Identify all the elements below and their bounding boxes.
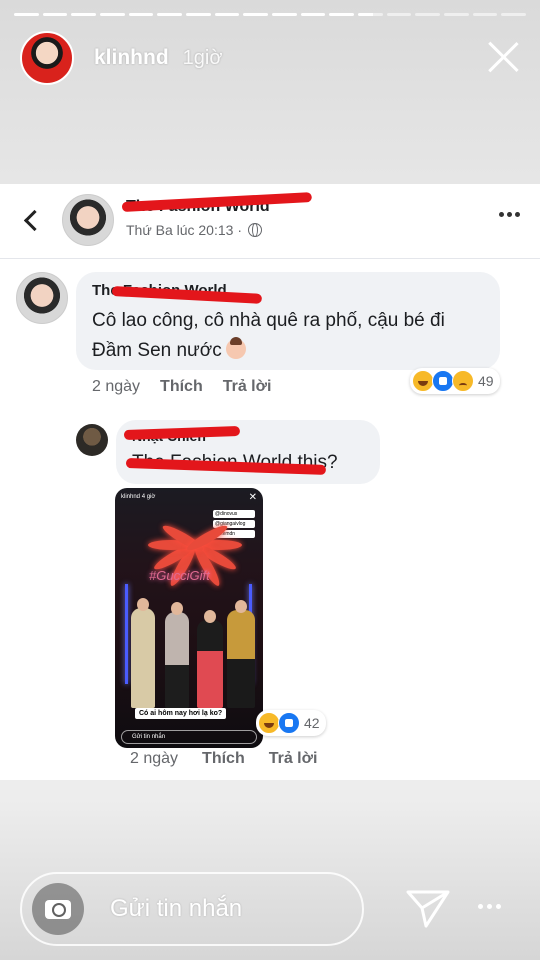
commenter-avatar[interactable] [16, 272, 68, 324]
close-icon[interactable] [486, 40, 520, 74]
more-options-icon[interactable] [478, 904, 501, 909]
story-posted-time: 1giờ [182, 46, 223, 69]
attachment-message-bar: Gửi tin nhắn [121, 730, 257, 744]
more-options-icon[interactable] [499, 212, 520, 217]
person-head [204, 610, 216, 623]
story-progress-segment [444, 13, 469, 16]
like-icon [278, 712, 300, 734]
reply-reply-button[interactable]: Trả lời [269, 750, 318, 768]
attachment-user: klinhnd [121, 494, 141, 500]
story-progress-segment [100, 13, 125, 16]
haha-icon [412, 370, 434, 392]
attachment-close-icon: ✕ [248, 492, 257, 503]
back-arrow-icon[interactable] [22, 208, 42, 232]
reaction-count: 49 [478, 373, 494, 389]
story-progress-segment [329, 13, 355, 16]
neon-light [125, 584, 128, 684]
page-avatar[interactable] [62, 194, 114, 246]
post-time: Thứ Ba lúc 20:13 · [126, 222, 242, 238]
person-figure [227, 610, 255, 708]
story-progress-segment [358, 13, 383, 16]
story-progress-segment [501, 13, 527, 16]
globe-icon [248, 223, 262, 237]
story-progress-segment [386, 13, 412, 16]
camera-icon[interactable] [32, 883, 84, 935]
story-progress-segment [300, 13, 326, 16]
header-divider [0, 258, 540, 259]
story-header: klinhnd 1giờ [20, 30, 520, 86]
comment-actions: 2 ngày Thích Trả lời [92, 378, 271, 396]
person-figure [165, 612, 189, 708]
message-composer[interactable]: Gửi tin nhắn [20, 872, 364, 946]
comment-reactions[interactable]: 49 [410, 368, 500, 394]
like-reply-button[interactable]: Thích [202, 750, 245, 768]
send-icon[interactable] [404, 886, 452, 930]
attachment-time: 4 giờ [141, 494, 156, 500]
attachment-caption: Có ai hôm nay hơi lạ ko? [135, 708, 227, 719]
reply-author-avatar[interactable] [76, 424, 108, 456]
story-progress-segment [472, 13, 498, 16]
person-head [235, 600, 247, 613]
haha-icon [258, 712, 280, 734]
like-icon [432, 370, 454, 392]
comment-text: Cô lao công, cô nhà quê ra phố, cậu bé đ… [92, 306, 487, 366]
story-progress-segment [214, 13, 240, 16]
story-progress-segment [128, 13, 154, 16]
comment-text-body: Cô lao công, cô nhà quê ra phố, cậu bé đ… [92, 310, 445, 361]
story-progress-segment [186, 13, 211, 16]
story-progress-segment [14, 13, 39, 16]
story-progress-segment [415, 13, 441, 16]
post-meta: Thứ Ba lúc 20:13 · [126, 222, 262, 238]
story-screenshot-attachment[interactable]: klinhnd 4 giờ ✕ @dinovus @giangaivlog @k… [115, 488, 263, 748]
story-user-avatar[interactable] [20, 31, 74, 85]
reply-reactions[interactable]: 42 [256, 710, 326, 736]
story-progress-segment [272, 13, 297, 16]
reply-bubble: Nhật Chiến The Fashion World this? [116, 420, 380, 484]
reply-time: 2 ngày [130, 750, 179, 767]
post-header: The Fashion World Thứ Ba lúc 20:13 · [0, 184, 540, 256]
story-progress-segment [71, 13, 97, 16]
story-progress-segment [42, 13, 68, 16]
story-progress-segment [243, 13, 269, 16]
woman-shrugging-emoji-icon [225, 337, 246, 359]
person-head [171, 602, 183, 615]
facebook-screenshot: The Fashion World Thứ Ba lúc 20:13 · The… [0, 184, 540, 780]
attachment-header: klinhnd 4 giờ [121, 494, 257, 506]
message-input-placeholder[interactable]: Gửi tin nhắn [110, 895, 242, 923]
like-comment-button[interactable]: Thích [160, 378, 203, 396]
reply-comment-button[interactable]: Trả lời [223, 378, 272, 396]
person-head [137, 598, 149, 611]
story-progress-segment [157, 13, 183, 16]
sad-icon [452, 370, 474, 392]
comment-time: 2 ngày [92, 378, 141, 395]
comment-bubble: The Fashion World Cô lao công, cô nhà qu… [76, 272, 500, 370]
reaction-count: 42 [304, 715, 320, 731]
person-figure [131, 608, 155, 708]
reply-actions: 2 ngày Thích Trả lời [130, 750, 317, 768]
story-username[interactable]: klinhnd [94, 46, 169, 70]
story-progress-bar [14, 13, 527, 16]
person-figure [197, 620, 223, 708]
neon-sign-text: #GucciGift [149, 568, 210, 583]
